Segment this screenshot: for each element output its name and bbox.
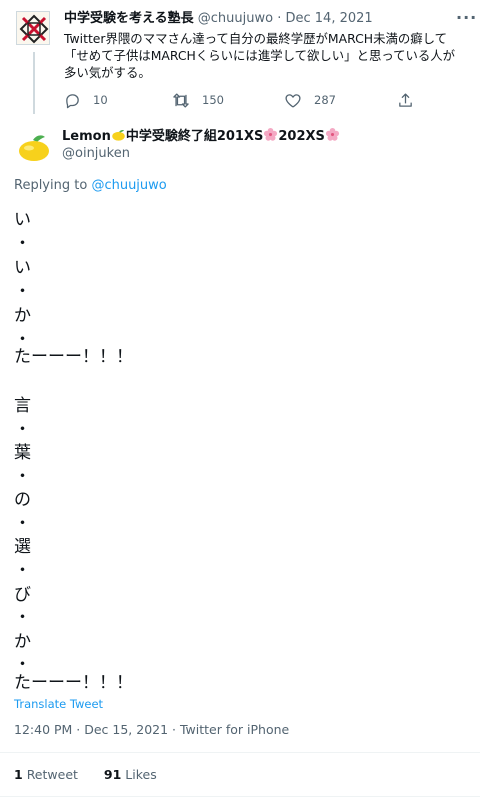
like-button[interactable]: 287 [284, 90, 336, 110]
tweet-line: ・ [14, 655, 31, 675]
tweet-line: か [14, 306, 31, 326]
thread-connector-line [33, 52, 35, 114]
retweet-total: 1 [14, 767, 23, 782]
tweet-line: ・ [14, 420, 31, 440]
tweet-line: ・ [14, 514, 31, 534]
like-label: Likes [125, 767, 157, 782]
likes-stat[interactable]: 91 Likes [104, 767, 157, 782]
display-name-mid: 202XS [278, 129, 325, 144]
tweet-line: い [14, 258, 31, 278]
display-name-prefix: Lemon [62, 129, 111, 144]
translate-tweet-link[interactable]: Translate Tweet [14, 697, 103, 711]
tweet-line: び [14, 585, 31, 605]
cherry-blossom-icon [325, 127, 340, 148]
parent-avatar[interactable] [16, 11, 50, 45]
tweet-line: 言 [14, 396, 31, 416]
tweet-line: か [14, 632, 31, 652]
replying-to: Replying to @chuujuwo [14, 178, 167, 193]
like-count: 287 [314, 93, 336, 107]
tweet-line: 選 [14, 537, 31, 557]
reply-handle[interactable]: @oinjuken [62, 145, 130, 163]
parent-handle[interactable]: @chuujuwo [198, 11, 273, 26]
retweets-stat[interactable]: 1 Retweet [14, 767, 78, 782]
engagement-stats: 1 Retweet 91 Likes [14, 767, 157, 782]
tweet-line: ・ [14, 467, 31, 487]
tweet-line: たーーー！！！ [14, 347, 133, 367]
tweet-line: ・ [14, 282, 31, 302]
tweet-line: たーーー！！！ [14, 673, 133, 693]
parent-display-name[interactable]: 中学受験を考える塾長 [64, 11, 194, 26]
tweet-line: ・ [14, 561, 31, 581]
tweet-line: 葉 [14, 443, 31, 463]
reply-avatar[interactable] [14, 128, 54, 168]
tweet-line: の [14, 490, 31, 510]
like-total: 91 [103, 767, 122, 782]
reply-count: 10 [93, 93, 108, 107]
share-icon [399, 92, 412, 107]
parent-tweet-header: 中学受験を考える塾長 @chuujuwo · Dec 14, 2021 [64, 10, 464, 28]
reply-icon [66, 93, 79, 108]
cherry-blossom-icon [263, 127, 278, 148]
heart-icon [285, 93, 301, 108]
divider [0, 796, 480, 797]
header-separator: · [273, 11, 286, 26]
retweet-label: Retweet [26, 767, 78, 782]
lemon-avatar-icon [14, 128, 54, 168]
more-icon[interactable]: ··· [456, 8, 477, 27]
parent-date[interactable]: Dec 14, 2021 [285, 11, 372, 26]
tweet-line: い [14, 210, 31, 230]
retweet-count: 150 [202, 93, 224, 107]
divider [0, 752, 480, 753]
share-button[interactable] [397, 90, 414, 110]
juku-logo-icon [19, 14, 49, 44]
retweet-icon [173, 92, 189, 108]
tweet-timestamp[interactable]: 12:40 PM · Dec 15, 2021 · Twitter for iP… [14, 722, 289, 737]
tweet-line: ・ [14, 608, 31, 628]
retweet-button[interactable]: 150 [172, 90, 224, 110]
replying-label: Replying to [14, 178, 88, 193]
parent-tweet-text: Twitter界隈のママさん達って自分の最終学歴がMARCH未満の癖して「せめて… [64, 31, 456, 80]
display-name-main: 中学受験終了組201XS [125, 129, 264, 144]
reply-button[interactable]: 10 [64, 90, 108, 110]
tweet-line: ・ [14, 234, 31, 254]
replying-to-handle-link[interactable]: @chuujuwo [91, 178, 166, 193]
